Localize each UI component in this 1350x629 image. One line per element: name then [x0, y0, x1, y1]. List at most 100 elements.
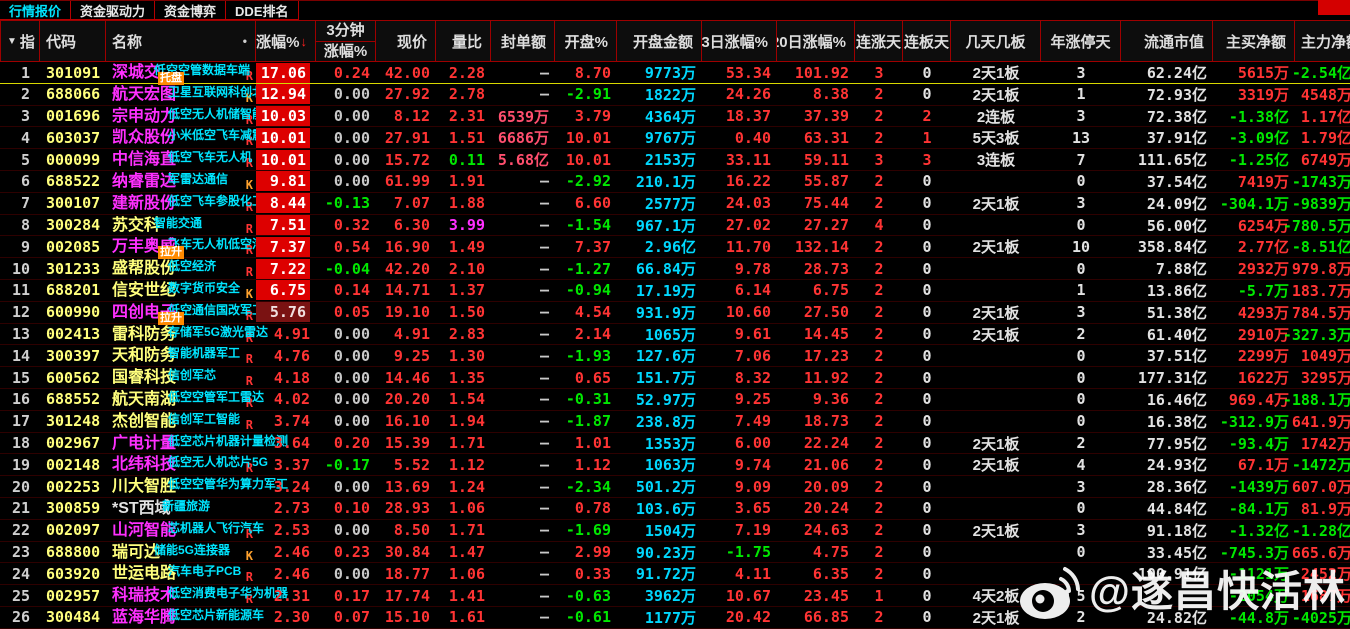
col-header-index[interactable]: ▼指 [0, 20, 40, 62]
table-row[interactable]: 13002413雷科防务存储军5G激光雷达R4.910.004.912.83—2… [0, 324, 1350, 346]
stock-name-cell[interactable]: 中信海直低空飞车无人机R [106, 149, 256, 170]
table-row[interactable]: 16688552航天南湖低空空管军工雷达R4.020.0020.201.54—-… [0, 389, 1350, 411]
col-header-main-buy[interactable]: 主买净额 [1213, 20, 1295, 62]
stock-name[interactable]: 航天宏图 [106, 84, 176, 105]
stock-name[interactable]: 杰创智能 [106, 411, 176, 432]
table-row[interactable]: 20002253川大智胜低空空管华为算力军工3.240.0013.691.24—… [0, 476, 1350, 498]
stock-name-cell[interactable]: 四创电子低空通信国改军工拉升R [106, 302, 256, 323]
col-header-year-limits[interactable]: 年涨停天 [1041, 20, 1121, 62]
stock-name-cell[interactable]: 建新股份低空飞车参股化工R [106, 193, 256, 214]
col-header-open-pct[interactable]: 开盘% [555, 20, 617, 62]
col-header-price[interactable]: 现价 [376, 20, 436, 62]
col-header-limit-days[interactable]: 连板天 [903, 20, 951, 62]
stock-name[interactable]: 北纬科技 [106, 454, 176, 475]
table-row[interactable]: 5000099中信海直低空飞车无人机R10.010.0015.720.115.6… [0, 149, 1350, 171]
stock-name[interactable]: 科瑞技术 [106, 585, 176, 606]
col-header-up-days[interactable]: 连涨天 [855, 20, 903, 62]
table-row[interactable]: 9002085万丰奥威飞车无人机低空汽车拉升R7.370.5416.901.49… [0, 236, 1350, 258]
table-row[interactable]: 7300107建新股份低空飞车参股化工R8.44-0.137.071.88—6.… [0, 193, 1350, 215]
stock-name[interactable]: 盛帮股份 [106, 258, 176, 279]
stock-name-cell[interactable]: 山河智能芯机器人飞行汽车R [106, 520, 256, 541]
table-row[interactable]: 18002967广电计量低空芯片机器计量检测3.640.2015.391.71—… [0, 433, 1350, 455]
stock-name-cell[interactable]: 纳睿雷达军雷达通信K [106, 171, 256, 192]
stock-name-cell[interactable]: 航天宏图卫星互联网科创北斗K [106, 84, 256, 105]
stock-name[interactable]: 宗申动力 [106, 106, 176, 127]
col-header-name[interactable]: 名称• [106, 20, 256, 62]
tab-fund-drive[interactable]: 资金驱动力 [70, 1, 155, 20]
table-row[interactable]: 14300397天和防务智能机器军工R4.760.009.251.30—-1.9… [0, 345, 1350, 367]
col-header-mkt-cap[interactable]: 流通市值 [1121, 20, 1213, 62]
stock-name-cell[interactable]: 川大智胜低空空管华为算力军工 [106, 476, 256, 497]
table-row[interactable]: 6688522纳睿雷达军雷达通信K9.810.0061.991.91—-2.92… [0, 171, 1350, 193]
stock-name[interactable]: 山河智能 [106, 520, 176, 541]
stock-name-cell[interactable]: 世运电路汽车电子PCBR [106, 563, 256, 584]
col-header-3min-change[interactable]: 3分钟涨幅% [316, 20, 376, 62]
stock-name-cell[interactable]: 航天南湖低空空管军工雷达R [106, 389, 256, 410]
col-header-main-net[interactable]: 主力净额 [1295, 20, 1350, 62]
table-row[interactable]: 11688201信安世纪数字货币安全K6.750.1414.711.37—-0.… [0, 280, 1350, 302]
col-header-boards[interactable]: 几天几板 [951, 20, 1041, 62]
col-header-3d-change[interactable]: 3日涨幅% [702, 20, 777, 62]
col-header-code[interactable]: 代码 [40, 20, 106, 62]
table-row[interactable]: 3001696宗申动力低空无人机储智能氢军R10.030.008.122.316… [0, 106, 1350, 128]
stock-name[interactable]: 国睿科技 [106, 367, 176, 388]
table-row[interactable]: 8300284苏交科智能交通R7.510.326.303.99—-1.54967… [0, 215, 1350, 237]
stock-name[interactable]: 川大智胜 [106, 476, 176, 497]
table-row[interactable]: 12600990四创电子低空通信国改军工拉升R5.760.0519.101.50… [0, 302, 1350, 324]
stock-name[interactable]: 雷科防务 [106, 324, 176, 345]
table-row[interactable]: 25002957科瑞技术低空消费电子华为机器R2.310.1717.741.41… [0, 585, 1350, 607]
stock-name-cell[interactable]: 广电计量低空芯片机器计量检测 [106, 433, 256, 454]
stock-name-cell[interactable]: 宗申动力低空无人机储智能氢军R [106, 106, 256, 127]
stock-name[interactable]: 世运电路 [106, 563, 176, 584]
stock-name-cell[interactable]: 瑞可达储能5G连接器K [106, 542, 256, 563]
table-row[interactable]: 26300484蓝海华腾低空芯片新能源车2.300.0715.101.61—-0… [0, 607, 1350, 629]
tab-dde-rank[interactable]: DDE排名 [225, 1, 298, 20]
stock-name[interactable]: *ST西域 [106, 498, 171, 519]
stock-code: 300284 [40, 215, 106, 236]
stock-name[interactable]: 中信海直 [106, 149, 176, 170]
col-header-20d-change[interactable]: 20日涨幅% [777, 20, 855, 62]
stock-name-cell[interactable]: 信安世纪数字货币安全K [106, 280, 256, 301]
table-row[interactable]: 15600562国睿科技信创军芯R4.180.0014.461.35—0.651… [0, 367, 1350, 389]
table-row[interactable]: 10301233盛帮股份低空经济R7.22-0.0442.202.10—-1.2… [0, 258, 1350, 280]
col-header-open-amount[interactable]: 开盘金额 [617, 20, 702, 62]
table-row[interactable]: 2688066航天宏图卫星互联网科创北斗K12.940.0027.922.78—… [0, 84, 1350, 106]
stock-name-cell[interactable]: 万丰奥威飞车无人机低空汽车拉升R [106, 236, 256, 257]
stock-name-cell[interactable]: 雷科防务存储军5G激光雷达R [106, 324, 256, 345]
stock-name[interactable]: 凯众股份 [106, 127, 176, 148]
stock-name[interactable]: 广电计量 [106, 433, 176, 454]
table-row[interactable]: 23688800瑞可达储能5G连接器K2.460.2330.841.47—2.9… [0, 542, 1350, 564]
stock-name[interactable]: 信安世纪 [106, 280, 176, 301]
tab-fund-game[interactable]: 资金博弈 [154, 1, 226, 20]
col-header-vol-ratio[interactable]: 量比 [436, 20, 491, 62]
stock-name-cell[interactable]: 深城交低空空管数据车端托盘R [106, 62, 256, 83]
col-header-seal-amount[interactable]: 封单额 [491, 20, 555, 62]
stock-name-cell[interactable]: 科瑞技术低空消费电子华为机器R [106, 585, 256, 606]
table-row[interactable]: 1301091深城交低空空管数据车端托盘R17.060.2442.002.28—… [0, 62, 1350, 84]
stock-name[interactable]: 建新股份 [106, 193, 176, 214]
stock-name[interactable]: 瑞可达 [106, 542, 160, 563]
stock-name[interactable]: 纳睿雷达 [106, 171, 176, 192]
stock-name-cell[interactable]: 国睿科技信创军芯R [106, 367, 256, 388]
stock-name-cell[interactable]: *ST西域新疆旅游 [106, 498, 256, 519]
table-row[interactable]: 21300859*ST西域新疆旅游2.730.1028.931.06—0.781… [0, 498, 1350, 520]
stock-name-cell[interactable]: 蓝海华腾低空芯片新能源车 [106, 607, 256, 628]
table-row[interactable]: 24603920世运电路汽车电子PCBR2.460.0018.771.06—0.… [0, 563, 1350, 585]
stock-name[interactable]: 天和防务 [106, 345, 176, 366]
stock-name-cell[interactable]: 盛帮股份低空经济R [106, 258, 256, 279]
stock-name-cell[interactable]: 苏交科智能交通R [106, 215, 256, 236]
stock-name[interactable]: 深城交 [106, 62, 160, 83]
table-row[interactable]: 17301248杰创智能信创军工智能R3.740.0016.101.94—-1.… [0, 411, 1350, 433]
stock-name[interactable]: 蓝海华腾 [106, 607, 176, 628]
stock-name[interactable]: 苏交科 [106, 215, 160, 236]
stock-name-cell[interactable]: 凯众股份小米低空飞车减震龙头R [106, 127, 256, 148]
table-row[interactable]: 4603037凯众股份小米低空飞车减震龙头R10.010.0027.911.51… [0, 127, 1350, 149]
tab-quote-report[interactable]: 行情报价 [0, 1, 71, 20]
col-header-change[interactable]: 涨幅%↓ [256, 20, 316, 62]
stock-name-cell[interactable]: 天和防务智能机器军工R [106, 345, 256, 366]
stock-name-cell[interactable]: 北纬科技低空无人机芯片5GR [106, 454, 256, 475]
stock-name-cell[interactable]: 杰创智能信创军工智能R [106, 411, 256, 432]
table-row[interactable]: 19002148北纬科技低空无人机芯片5GR3.37-0.175.521.12—… [0, 454, 1350, 476]
table-row[interactable]: 22002097山河智能芯机器人飞行汽车R2.530.008.501.71—-1… [0, 520, 1350, 542]
stock-name[interactable]: 航天南湖 [106, 389, 176, 410]
